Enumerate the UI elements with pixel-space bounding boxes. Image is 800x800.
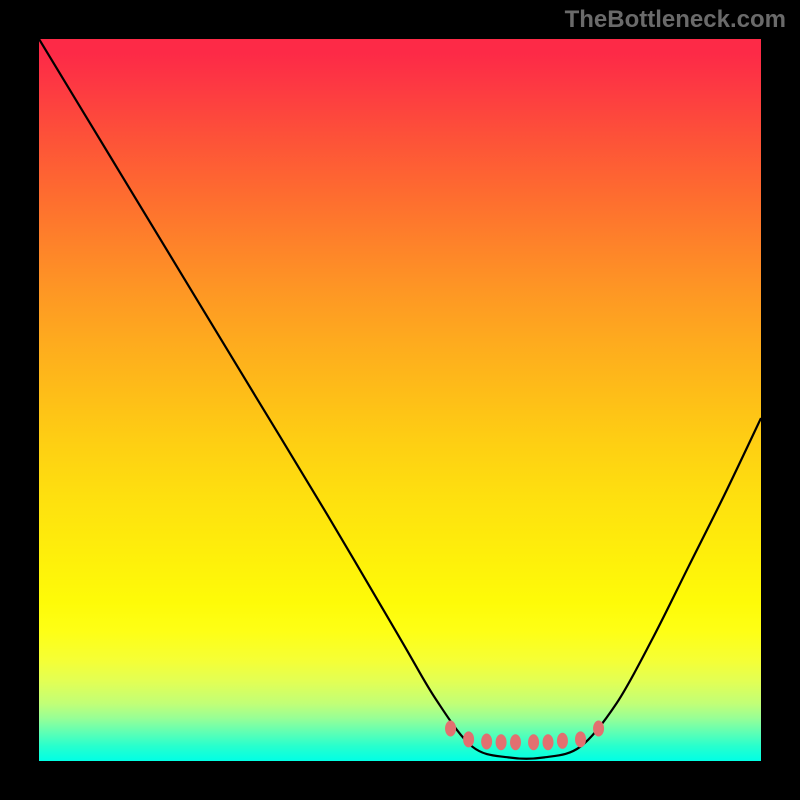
bottleneck-curve-line (39, 39, 761, 759)
curve-marker (575, 731, 586, 747)
curve-marker (463, 731, 474, 747)
marker-group (445, 721, 604, 751)
curve-marker (496, 734, 507, 750)
curve-marker (510, 734, 521, 750)
curve-marker (528, 734, 539, 750)
chart-svg (39, 39, 761, 761)
curve-marker (445, 721, 456, 737)
curve-marker (593, 721, 604, 737)
curve-marker (557, 733, 568, 749)
curve-marker (543, 734, 554, 750)
curve-marker (481, 734, 492, 750)
attribution-label: TheBottleneck.com (565, 6, 786, 34)
chart-area (39, 39, 761, 761)
